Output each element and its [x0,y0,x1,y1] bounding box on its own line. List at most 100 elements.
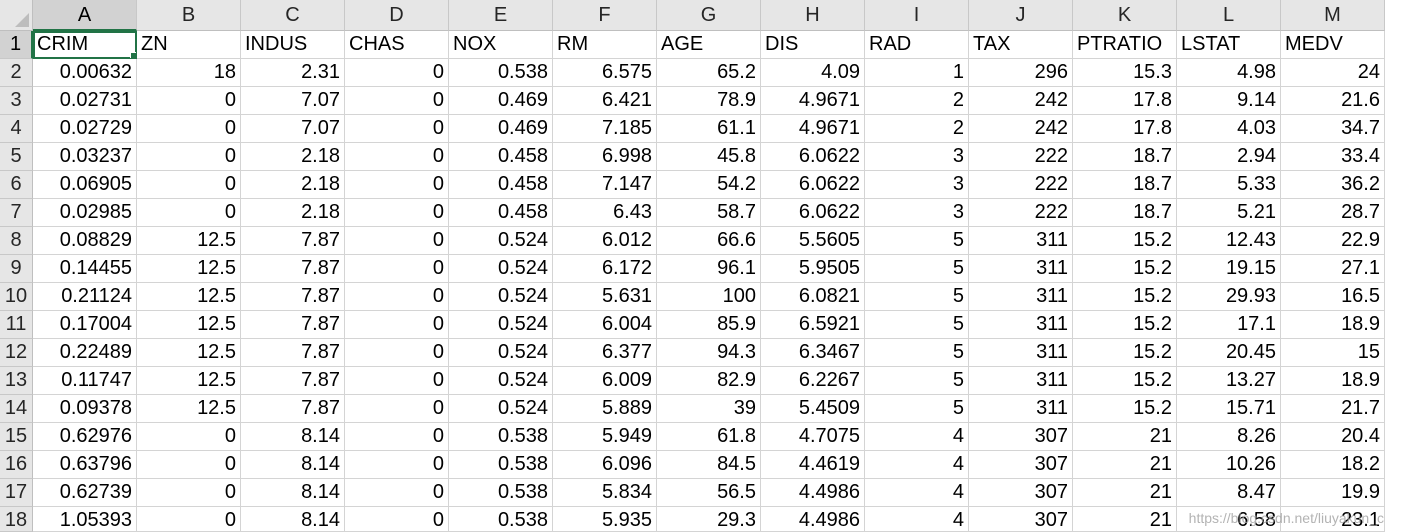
data-cell[interactable]: 6.575 [553,59,657,87]
data-cell[interactable]: 0.22489 [33,339,137,367]
data-cell[interactable]: 5.889 [553,395,657,423]
data-cell[interactable]: 7.87 [241,339,345,367]
data-cell[interactable]: 7.87 [241,367,345,395]
row-header[interactable]: 12 [0,339,33,367]
data-cell[interactable]: 78.9 [657,87,761,115]
header-cell[interactable]: INDUS [241,31,345,59]
data-cell[interactable]: 5 [865,255,969,283]
row-header[interactable]: 5 [0,143,33,171]
data-cell[interactable]: 5.834 [553,479,657,507]
data-cell[interactable]: 4.03 [1177,115,1281,143]
data-cell[interactable]: 54.2 [657,171,761,199]
column-header-d[interactable]: D [345,0,449,31]
data-cell[interactable]: 2 [865,115,969,143]
data-cell[interactable]: 0 [345,255,449,283]
data-cell[interactable]: 1.05393 [33,507,137,532]
data-cell[interactable]: 6.012 [553,227,657,255]
data-cell[interactable]: 3 [865,143,969,171]
row-header[interactable]: 10 [0,283,33,311]
data-cell[interactable]: 15.2 [1073,395,1177,423]
data-cell[interactable]: 0 [345,115,449,143]
row-header[interactable]: 11 [0,311,33,339]
data-cell[interactable]: 2.18 [241,199,345,227]
row-header[interactable]: 4 [0,115,33,143]
data-cell[interactable]: 0.469 [449,87,553,115]
column-header-l[interactable]: L [1177,0,1281,31]
column-header-h[interactable]: H [761,0,865,31]
data-cell[interactable]: 15.3 [1073,59,1177,87]
data-cell[interactable]: 5.4509 [761,395,865,423]
data-cell[interactable]: 12.5 [137,395,241,423]
data-cell[interactable]: 85.9 [657,311,761,339]
data-cell[interactable]: 0.538 [449,451,553,479]
data-cell[interactable]: 7.87 [241,227,345,255]
data-cell[interactable]: 5 [865,367,969,395]
data-cell[interactable]: 5 [865,395,969,423]
data-cell[interactable]: 61.8 [657,423,761,451]
data-cell[interactable]: 18.9 [1281,367,1385,395]
data-cell[interactable]: 311 [969,339,1073,367]
data-cell[interactable]: 21 [1073,451,1177,479]
header-cell[interactable]: AGE [657,31,761,59]
data-cell[interactable]: 0 [345,395,449,423]
data-cell[interactable]: 12.43 [1177,227,1281,255]
data-cell[interactable]: 6.3467 [761,339,865,367]
header-cell[interactable]: CRIM [33,31,137,59]
data-cell[interactable]: 7.07 [241,87,345,115]
data-cell[interactable]: 0.458 [449,143,553,171]
data-cell[interactable]: 307 [969,423,1073,451]
data-cell[interactable]: 0.06905 [33,171,137,199]
data-cell[interactable]: 307 [969,479,1073,507]
data-cell[interactable]: 4.9671 [761,115,865,143]
data-cell[interactable]: 0.538 [449,423,553,451]
row-header[interactable]: 14 [0,395,33,423]
data-cell[interactable]: 0.469 [449,115,553,143]
data-cell[interactable]: 24 [1281,59,1385,87]
data-cell[interactable]: 8.47 [1177,479,1281,507]
data-cell[interactable]: 34.7 [1281,115,1385,143]
data-cell[interactable]: 0.458 [449,171,553,199]
data-cell[interactable]: 8.14 [241,423,345,451]
data-cell[interactable]: 242 [969,115,1073,143]
data-cell[interactable]: 0.524 [449,283,553,311]
data-cell[interactable]: 0 [137,423,241,451]
data-cell[interactable]: 4 [865,423,969,451]
data-cell[interactable]: 222 [969,199,1073,227]
data-cell[interactable]: 20.45 [1177,339,1281,367]
data-cell[interactable]: 8.14 [241,507,345,532]
data-cell[interactable]: 0.11747 [33,367,137,395]
data-cell[interactable]: 7.87 [241,283,345,311]
data-cell[interactable]: 6.009 [553,367,657,395]
data-cell[interactable]: 5.33 [1177,171,1281,199]
data-cell[interactable]: 3 [865,171,969,199]
data-cell[interactable]: 100 [657,283,761,311]
column-header-a[interactable]: A [33,0,137,31]
data-cell[interactable]: 4 [865,479,969,507]
data-cell[interactable]: 6.0622 [761,171,865,199]
header-cell[interactable]: LSTAT [1177,31,1281,59]
data-cell[interactable]: 0 [345,311,449,339]
data-cell[interactable]: 39 [657,395,761,423]
data-cell[interactable]: 0 [137,451,241,479]
data-cell[interactable]: 82.9 [657,367,761,395]
data-cell[interactable]: 307 [969,451,1073,479]
data-cell[interactable]: 0.524 [449,367,553,395]
data-cell[interactable]: 0.524 [449,255,553,283]
header-cell[interactable]: RM [553,31,657,59]
row-header[interactable]: 18 [0,507,33,532]
data-cell[interactable]: 6.377 [553,339,657,367]
data-cell[interactable]: 84.5 [657,451,761,479]
data-cell[interactable]: 15.2 [1073,367,1177,395]
data-cell[interactable]: 0 [137,115,241,143]
row-header[interactable]: 15 [0,423,33,451]
row-header[interactable]: 1 [0,31,33,59]
data-cell[interactable]: 6.43 [553,199,657,227]
data-cell[interactable]: 2.18 [241,171,345,199]
data-cell[interactable]: 61.1 [657,115,761,143]
data-cell[interactable]: 296 [969,59,1073,87]
column-header-k[interactable]: K [1073,0,1177,31]
data-cell[interactable]: 0.524 [449,311,553,339]
data-cell[interactable]: 0.02731 [33,87,137,115]
data-cell[interactable]: 6.096 [553,451,657,479]
data-cell[interactable]: 0 [345,479,449,507]
